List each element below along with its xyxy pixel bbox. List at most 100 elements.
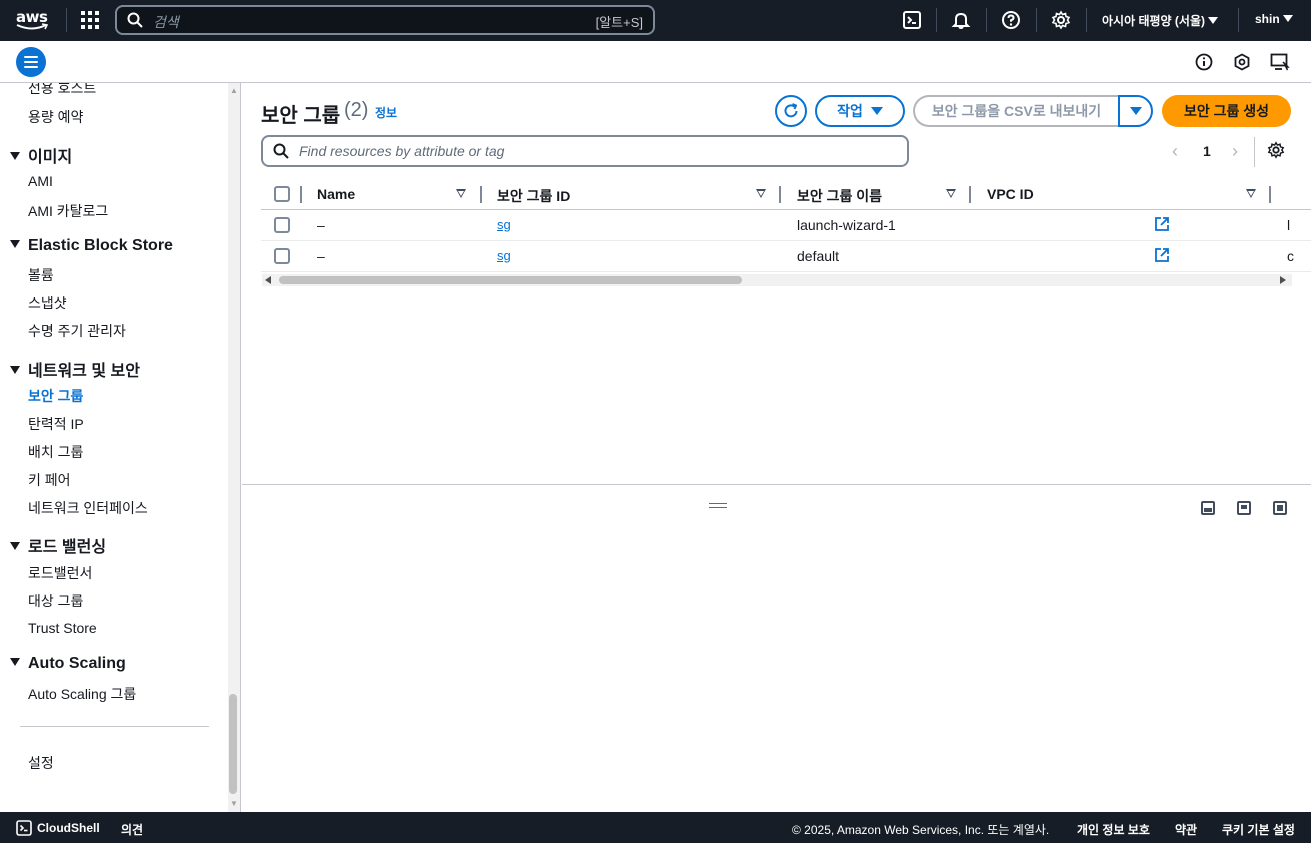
feedback-link[interactable]: 의견 [121,821,143,838]
notifications-bell-icon[interactable] [951,10,971,30]
sidebar-item-dedicated-hosts[interactable]: 전용 호스트 [28,83,96,98]
cell-group-name: launch-wizard-1 [797,217,896,233]
column-divider[interactable] [779,186,781,203]
feedback-screen-icon[interactable] [1270,53,1290,71]
info-link[interactable]: 정보 [375,104,397,121]
nav-divider [1036,8,1037,32]
info-icon[interactable] [1195,53,1213,71]
sidebar-section-load-balancing[interactable]: 로드 밸런싱 [10,533,106,557]
sidebar-item-lifecycle-manager[interactable]: 수명 주기 관리자 [28,321,126,341]
sidebar-divider [20,726,209,727]
nav-divider [1238,8,1239,32]
sidebar-item-network-interfaces[interactable]: 네트워크 인터페이스 [28,498,148,518]
region-label: 아시아 태평양 (서울) [1102,14,1205,28]
column-header-security-group-id[interactable]: 보안 그룹 ID [497,186,570,206]
sidebar-item-key-pairs[interactable]: 키 페어 [28,470,71,490]
sort-icon[interactable] [1246,189,1256,198]
sidebar-section-ebs[interactable]: Elastic Block Store [10,237,173,255]
caret-down-icon [10,542,20,550]
security-group-id-link[interactable]: sg [497,217,511,232]
global-search-input[interactable]: 검색 [알트+S] [115,5,655,35]
row-checkbox[interactable] [274,248,290,264]
sidebar-scrollbar-thumb[interactable] [229,694,237,794]
sidebar-item-trust-store[interactable]: Trust Store [28,620,97,636]
column-header-name[interactable]: Name [317,186,355,202]
region-selector[interactable]: 아시아 태평양 (서울) [1102,12,1219,29]
section-title: 네트워크 및 보안 [28,363,140,380]
sidebar-item-placement-groups[interactable]: 배치 그룹 [28,442,83,462]
column-header-vpc-id[interactable]: VPC ID [987,186,1034,202]
sort-icon[interactable] [456,189,466,198]
horizontal-scrollbar-thumb[interactable] [279,276,742,284]
sidebar-section-images[interactable]: 이미지 [10,143,72,167]
security-group-id-link[interactable]: sg [497,248,511,263]
panel-full-icon[interactable] [1273,501,1287,515]
chevron-left-icon[interactable]: ‹ [1172,141,1178,162]
sidebar-section-network-security[interactable]: 네트워크 및 보안 [10,357,140,381]
external-link-icon[interactable] [1154,216,1170,232]
terms-link[interactable]: 약관 [1175,821,1197,838]
actions-dropdown-button[interactable]: 작업 [815,95,905,127]
export-dropdown-toggle[interactable] [1118,95,1153,127]
filter-placeholder: Find resources by attribute or tag [299,143,505,159]
select-all-checkbox[interactable] [274,186,290,202]
aws-smile-icon [16,23,48,30]
help-icon[interactable] [1001,10,1021,30]
scroll-left-arrow-icon[interactable] [265,276,271,284]
user-name: shin [1255,12,1280,26]
cloudshell-link[interactable]: CloudShell [37,821,100,835]
create-security-group-button[interactable]: 보안 그룹 생성 [1162,95,1291,127]
refresh-icon [784,103,798,118]
sidebar-item-ami[interactable]: AMI [28,173,53,189]
search-icon [273,143,289,159]
sidebar-item-snapshots[interactable]: 스냅샷 [28,293,67,313]
scroll-down-arrow-icon[interactable]: ▼ [228,799,240,809]
section-title: Elastic Block Store [28,237,173,254]
scroll-right-arrow-icon[interactable] [1280,276,1286,284]
sidebar-item-load-balancers[interactable]: 로드밸런서 [28,563,92,583]
sidebar-item-elastic-ips[interactable]: 탄력적 IP [28,414,84,434]
table-row[interactable]: – sg launch-wizard-1 l [261,210,1311,241]
sort-icon[interactable] [946,189,956,198]
sort-icon[interactable] [756,189,766,198]
resource-filter-input[interactable]: Find resources by attribute or tag [261,135,909,167]
table-preferences-gear-icon[interactable] [1267,141,1285,159]
export-csv-button[interactable]: 보안 그룹을 CSV로 내보내기 [913,95,1118,127]
privacy-link[interactable]: 개인 정보 보호 [1077,821,1150,838]
split-panel-resize-handle[interactable] [709,503,727,508]
cloudshell-icon[interactable] [902,10,922,30]
page-title: 보안 그룹 [261,105,341,127]
sidebar-item-target-groups[interactable]: 대상 그룹 [28,591,83,611]
column-divider[interactable] [1269,186,1271,203]
row-checkbox[interactable] [274,217,290,233]
settings-gear-icon[interactable] [1051,10,1071,30]
services-menu-icon[interactable] [81,11,99,29]
account-menu[interactable]: shin [1255,12,1294,26]
column-divider[interactable] [969,186,971,203]
panel-side-icon[interactable] [1237,501,1251,515]
section-title: 로드 밸런싱 [28,539,107,556]
sidebar-item-settings[interactable]: 설정 [28,753,54,773]
cell-truncated: c [1287,248,1294,264]
column-divider[interactable] [480,186,482,203]
external-link-icon[interactable] [1154,247,1170,263]
sidebar-item-auto-scaling-groups[interactable]: Auto Scaling 그룹 [28,684,136,704]
sidebar-item-security-groups[interactable]: 보안 그룹 [28,386,83,406]
section-title: 이미지 [28,149,73,166]
aws-logo[interactable]: aws [16,8,50,32]
sidebar-item-capacity-reservations[interactable]: 용량 예약 [28,107,83,127]
table-row[interactable]: – sg default c [261,241,1311,272]
explore-hex-icon[interactable] [1233,53,1251,71]
refresh-button[interactable] [775,95,807,127]
side-navigation-toggle[interactable] [16,47,46,77]
sidebar-section-auto-scaling[interactable]: Auto Scaling [10,655,126,673]
sidebar-item-ami-catalog[interactable]: AMI 카탈로그 [28,201,108,221]
cookie-preferences-link[interactable]: 쿠키 기본 설정 [1222,821,1295,838]
scroll-up-arrow-icon[interactable]: ▲ [228,86,240,96]
chevron-right-icon[interactable]: › [1232,141,1238,162]
panel-bottom-icon[interactable] [1201,501,1215,515]
cloudshell-icon[interactable] [16,820,32,836]
sidebar-item-volumes[interactable]: 볼륨 [28,265,54,285]
page-number[interactable]: 1 [1203,143,1211,159]
column-header-security-group-name[interactable]: 보안 그룹 이름 [797,186,882,206]
